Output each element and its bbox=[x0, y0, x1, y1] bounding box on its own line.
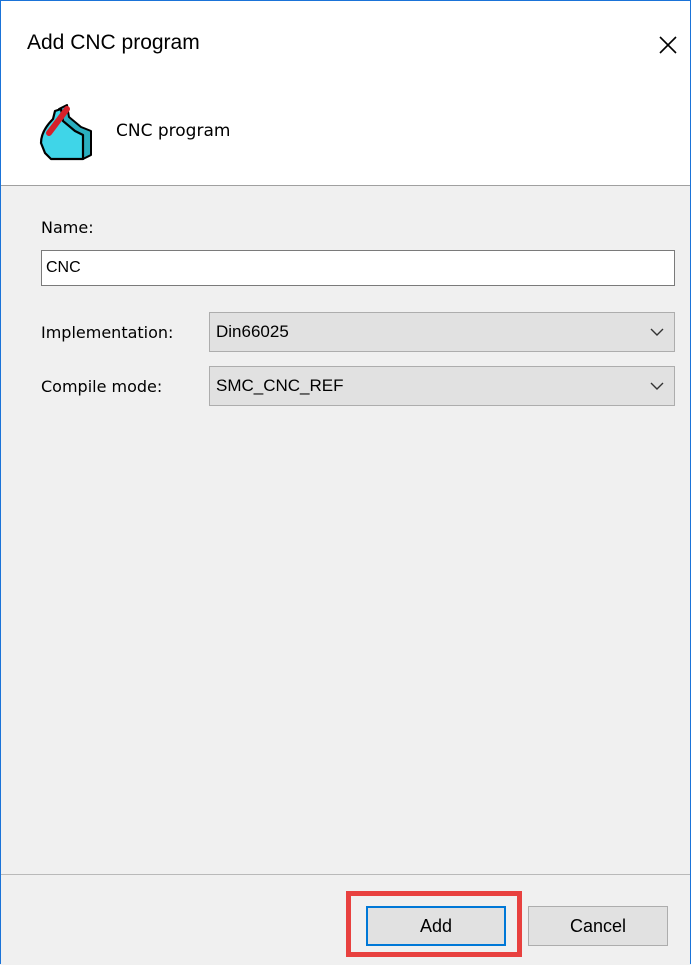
compile-mode-label: Compile mode: bbox=[41, 377, 163, 396]
implementation-label: Implementation: bbox=[41, 323, 174, 342]
dialog-header: CNC program bbox=[1, 89, 690, 186]
chevron-down-icon bbox=[650, 328, 664, 336]
implementation-value: Din66025 bbox=[216, 322, 289, 341]
footer-divider bbox=[1, 874, 690, 875]
close-icon bbox=[659, 36, 677, 54]
title-bar[interactable]: Add CNC program bbox=[1, 1, 690, 89]
dialog-title: Add CNC program bbox=[27, 31, 200, 54]
header-label: CNC program bbox=[116, 121, 231, 141]
cancel-button[interactable]: Cancel bbox=[528, 906, 668, 946]
chevron-down-icon bbox=[650, 382, 664, 390]
compile-mode-select[interactable]: SMC_CNC_REF bbox=[209, 366, 675, 406]
implementation-select[interactable]: Din66025 bbox=[209, 312, 675, 352]
name-label: Name: bbox=[41, 218, 94, 237]
compile-mode-value: SMC_CNC_REF bbox=[216, 376, 344, 395]
close-button[interactable] bbox=[646, 15, 690, 75]
add-button[interactable]: Add bbox=[366, 906, 506, 946]
add-cnc-program-dialog: Add CNC program CNC program Name: Implem… bbox=[0, 0, 691, 964]
cnc-program-icon bbox=[37, 97, 97, 167]
name-input[interactable] bbox=[41, 250, 675, 286]
